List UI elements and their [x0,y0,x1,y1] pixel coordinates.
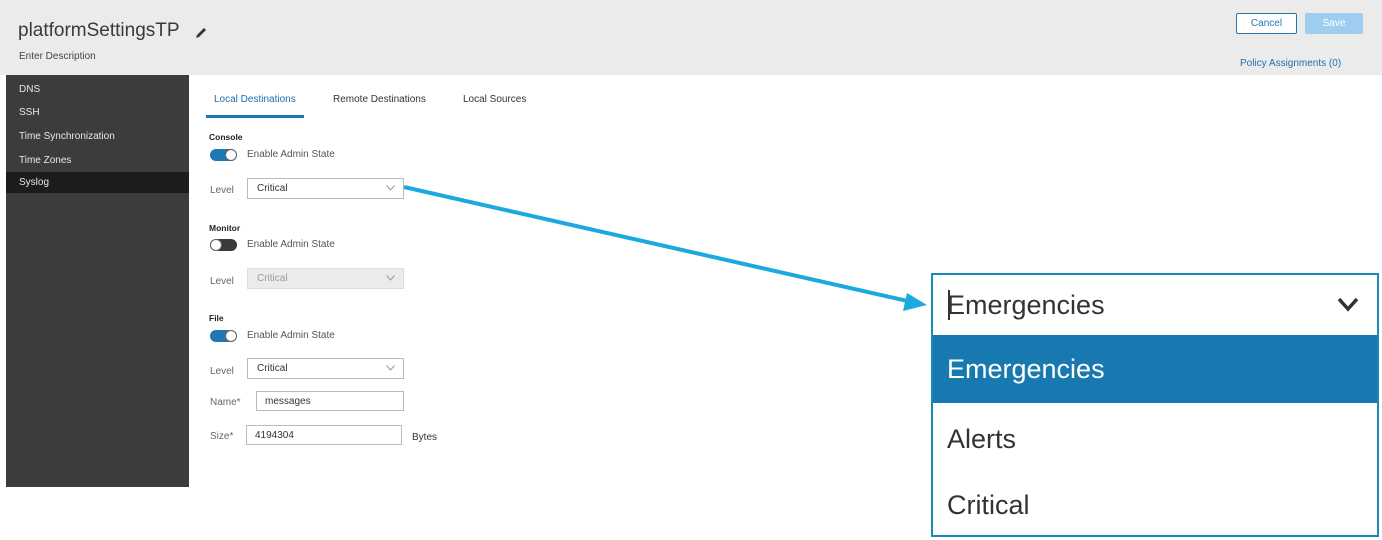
monitor-admin-toggle[interactable] [210,239,237,251]
file-size-input[interactable]: 4194304 [246,425,402,445]
policy-title: platformSettingsTP [18,20,180,41]
file-section-title: File [209,313,224,323]
text-cursor [948,290,950,320]
file-size-label: Size* [210,431,234,442]
file-level-label: Level [210,366,234,377]
monitor-section-title: Monitor [209,223,241,233]
file-name-label: Name* [210,397,241,408]
file-admin-toggle[interactable] [210,330,237,342]
tab-local-destinations[interactable]: Local Destinations [206,86,304,118]
zoomed-level-dropdown: Emergencies Emergencies Alerts Critical [931,273,1379,537]
sidebar: DNS SSH Time Synchronization Time Zones … [6,75,189,487]
policy-assignments-link[interactable]: Policy Assignments (0) [1240,58,1341,69]
level-option-emergencies[interactable]: Emergencies [933,335,1377,403]
monitor-toggle-label: Enable Admin State [247,239,335,250]
console-level-value: Critical [257,183,288,194]
zoomed-current-value: Emergencies [947,289,1105,320]
file-toggle-label: Enable Admin State [247,330,335,341]
console-level-label: Level [210,185,234,196]
cancel-button[interactable]: Cancel [1236,13,1297,34]
level-option-critical[interactable]: Critical [933,471,1377,539]
chevron-down-icon [386,185,395,191]
monitor-level-value: Critical [257,273,288,284]
chevron-down-icon [386,275,395,281]
sidebar-item-ssh[interactable]: SSH [6,102,189,123]
level-option-alerts[interactable]: Alerts [933,405,1377,473]
sidebar-item-time-synchronization[interactable]: Time Synchronization [6,126,189,147]
monitor-level-select: Critical [247,268,404,289]
policy-description[interactable]: Enter Description [19,51,96,62]
save-button[interactable]: Save [1305,13,1363,34]
page-header: platformSettingsTP Enter Description Can… [0,0,1382,75]
file-level-select[interactable]: Critical [247,358,404,379]
pencil-icon[interactable] [194,26,208,40]
chevron-down-icon [386,365,395,371]
zoomed-level-select[interactable]: Emergencies [933,275,1377,335]
tab-remote-destinations[interactable]: Remote Destinations [333,86,426,118]
sidebar-item-syslog[interactable]: Syslog [6,172,189,193]
file-name-input[interactable]: messages [256,391,404,411]
console-level-select[interactable]: Critical [247,178,404,199]
tab-local-sources[interactable]: Local Sources [463,86,526,118]
sidebar-item-dns[interactable]: DNS [6,79,189,100]
console-admin-toggle[interactable] [210,149,237,161]
console-toggle-label: Enable Admin State [247,149,335,160]
file-size-unit: Bytes [412,432,438,443]
chevron-down-icon [1337,297,1359,312]
console-section-title: Console [209,132,243,142]
monitor-level-label: Level [210,276,234,287]
file-level-value: Critical [257,363,288,374]
sidebar-item-time-zones[interactable]: Time Zones [6,150,189,171]
